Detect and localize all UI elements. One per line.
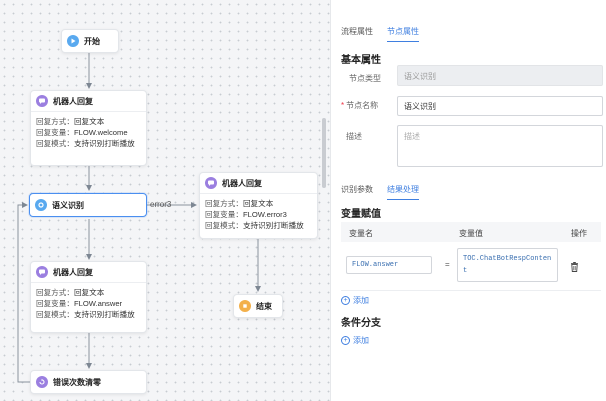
row-key: 回复变量：	[205, 210, 243, 219]
stop-icon	[239, 300, 251, 312]
equals-sign: =	[445, 260, 450, 269]
row-key: 回复方式：	[36, 117, 74, 126]
plus-circle-icon: +	[341, 336, 350, 345]
chat-icon	[36, 95, 48, 107]
end-node-title: 结束	[256, 301, 272, 311]
sub-tabs: 识别参数 结果处理	[341, 184, 419, 200]
node-name-input[interactable]: 语义识别	[397, 96, 603, 116]
col-variable-value: 变量值	[459, 229, 483, 238]
node-type-field: 语义识别	[397, 65, 603, 86]
variable-name-input[interactable]: FLOW.answer	[346, 256, 432, 274]
semantic-recognition-node[interactable]: 语义识别	[29, 193, 147, 217]
tab-result-handling[interactable]: 结果处理	[387, 184, 419, 200]
row-value: FLOW.welcome	[73, 128, 128, 137]
robot-reply-node-2[interactable]: 机器人回复 回复方式： 回复文本 回复变量： FLOW.answer 回复模式： 支持…	[30, 261, 147, 333]
robot-reply-node-1[interactable]: 机器人回复 回复方式： 回复文本 回复变量： FLOW.welcome 回复模式：支…	[30, 90, 147, 166]
semantic-node-title: 语义识别	[52, 200, 84, 210]
required-mark: *	[341, 101, 345, 110]
col-operation: 操作	[571, 229, 587, 238]
start-node[interactable]: 开始	[61, 29, 119, 53]
variable-assignment-heading: 变量赋值	[341, 209, 381, 220]
chat-icon	[205, 177, 217, 189]
divider	[341, 290, 601, 291]
robot-reply-node-error[interactable]: 机器人回复 回复方式： 回复文本 回复变量： FLOW.error3 回复模式： 支持…	[199, 172, 318, 239]
plus-circle-icon: +	[341, 296, 350, 305]
row-value: FLOW.error3	[242, 210, 287, 219]
panel-tabs: 流程属性 节点属性	[341, 26, 419, 42]
node-title: 机器人回复	[53, 267, 93, 277]
reset-icon	[36, 376, 48, 388]
flow-canvas[interactable]: 开始 机器人回复 回复方式： 回复文本 回复变量： FLOW.welcome 回复模…	[0, 0, 330, 401]
variable-value-input[interactable]: TOC.ChatBotRespConten t	[457, 248, 558, 282]
row-value: FLOW.answer	[73, 299, 123, 308]
node-title: 机器人回复	[53, 96, 93, 106]
description-label: 描述	[346, 132, 362, 141]
tab-flow-properties[interactable]: 流程属性	[341, 26, 373, 42]
assignment-table-header: 变量名 变量值 操作	[341, 222, 601, 242]
basic-properties-heading: 基本属性	[341, 55, 381, 66]
row-key: 回复变量：	[36, 128, 74, 137]
row-key: 回复方式：	[205, 199, 243, 208]
row-key: 回复变量：	[36, 299, 74, 308]
node-type-label: 节点类型	[349, 74, 381, 83]
row-key: 回复模式：	[36, 139, 74, 148]
row-value: 回复文本	[73, 288, 105, 297]
row-value: 支持识别打断播放	[73, 310, 135, 319]
tab-recognition-params[interactable]: 识别参数	[341, 184, 373, 200]
add-branch-link[interactable]: + 添加	[341, 335, 369, 346]
edge-label-error3: error3	[150, 200, 172, 209]
add-branch-label: 添加	[353, 336, 369, 345]
play-icon	[67, 35, 79, 47]
row-key: 回复方式：	[36, 288, 74, 297]
row-value: 支持识别打断播放	[73, 139, 135, 148]
end-node[interactable]: 结束	[233, 294, 283, 318]
node-name-label: * 节点名称	[341, 100, 378, 111]
variable-value-line1: TOC.ChatBotRespConten	[463, 255, 552, 263]
condition-branch-heading: 条件分支	[341, 318, 381, 329]
reset-error-count-node[interactable]: 错误次数清零	[30, 370, 147, 394]
chat-icon	[36, 266, 48, 278]
row-key: 回复模式：	[36, 310, 74, 319]
node-title: 机器人回复	[222, 178, 262, 188]
description-textarea[interactable]: 描述	[397, 125, 603, 167]
reset-node-title: 错误次数清零	[53, 377, 101, 387]
col-variable-name: 变量名	[349, 229, 373, 238]
recognition-icon	[35, 199, 47, 211]
trash-icon[interactable]	[570, 262, 579, 272]
row-value: 回复文本	[73, 117, 105, 126]
add-assignment-label: 添加	[353, 296, 369, 305]
tab-node-properties[interactable]: 节点属性	[387, 26, 419, 42]
canvas-scrollbar[interactable]	[322, 118, 326, 188]
row-key: 回复模式：	[205, 221, 243, 230]
row-value: 支持识别打断播放	[242, 221, 304, 230]
variable-value-line2: t	[463, 267, 468, 275]
row-value: 回复文本	[242, 199, 274, 208]
node-name-label-text: 节点名称	[346, 101, 379, 110]
start-node-title: 开始	[84, 36, 100, 46]
add-assignment-link[interactable]: + 添加	[341, 295, 369, 306]
